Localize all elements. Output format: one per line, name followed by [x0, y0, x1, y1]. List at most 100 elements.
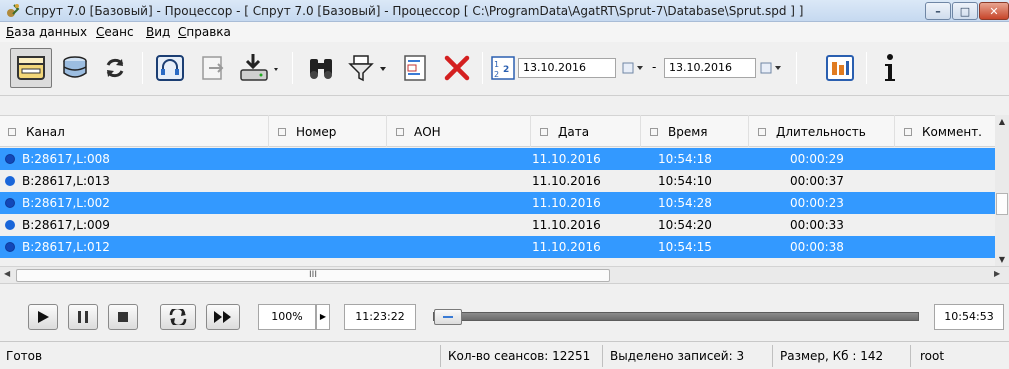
cell-duration: 00:00:29	[790, 152, 844, 166]
menu-session[interactable]: Сеанс	[96, 25, 134, 39]
column-header-date[interactable]: Дата	[540, 125, 589, 139]
cell-channel: B:28617,L:012	[22, 240, 110, 254]
status-divider	[772, 345, 773, 367]
date-from-field[interactable]: 13.10.2016	[518, 58, 616, 78]
loop-icon	[169, 309, 187, 325]
column-checkbox[interactable]	[904, 128, 912, 136]
date-to-field[interactable]: 13.10.2016	[664, 58, 756, 78]
cell-channel: B:28617,L:013	[22, 174, 110, 188]
report-button[interactable]	[820, 48, 860, 88]
column-header-number[interactable]: Номер	[278, 125, 336, 139]
menu-view[interactable]: Вид	[146, 25, 170, 39]
column-divider[interactable]	[894, 115, 895, 147]
info-button[interactable]	[876, 48, 904, 88]
column-label: Номер	[296, 125, 337, 139]
stop-button[interactable]	[108, 304, 138, 330]
cell-time: 10:54:20	[658, 218, 712, 232]
download-button[interactable]	[236, 48, 284, 88]
refresh-button[interactable]	[98, 48, 132, 88]
channel-status-icon	[5, 198, 15, 208]
horizontal-scroll-thumb[interactable]: III	[16, 269, 610, 282]
column-divider[interactable]	[748, 115, 749, 147]
vertical-scrollbar[interactable]: ▲ ▼	[995, 115, 1009, 266]
table-row[interactable]: B:28617,L:002 11.10.2016 10:54:28 00:00:23	[0, 192, 995, 214]
open-database-button[interactable]	[10, 48, 52, 88]
column-label: Длительность	[776, 125, 866, 139]
sort-icon: 1 2 2	[491, 56, 515, 80]
column-divider[interactable]	[386, 115, 387, 147]
column-header-channel[interactable]: Канал	[8, 125, 65, 139]
table-row[interactable]: B:28617,L:008 11.10.2016 10:54:18 00:00:29	[0, 148, 995, 170]
table-row[interactable]: B:28617,L:013 11.10.2016 10:54:10 00:00:37	[0, 170, 995, 192]
play-button[interactable]	[28, 304, 58, 330]
speed-arrow-icon: ▶	[319, 312, 327, 321]
column-divider[interactable]	[530, 115, 531, 147]
loop-button[interactable]	[160, 304, 196, 330]
column-header-comment[interactable]: Коммент.	[904, 125, 982, 139]
cell-date: 11.10.2016	[532, 152, 601, 166]
calendar-to-button[interactable]	[760, 60, 784, 76]
player-bar: 100% ▶ 11:23:22 10:54:53	[0, 283, 1009, 339]
filter-button[interactable]	[344, 48, 392, 88]
column-divider[interactable]	[640, 115, 641, 147]
close-button[interactable]: ✕	[979, 2, 1009, 20]
column-header-aon[interactable]: АОН	[396, 125, 441, 139]
cell-time: 10:54:15	[658, 240, 712, 254]
svg-text:2: 2	[494, 70, 499, 79]
database-stack-button[interactable]	[56, 48, 94, 88]
date-range-dash: -	[652, 60, 657, 74]
column-checkbox[interactable]	[758, 128, 766, 136]
column-checkbox[interactable]	[650, 128, 658, 136]
minimize-icon: –	[935, 5, 941, 18]
column-checkbox[interactable]	[396, 128, 404, 136]
sort-button[interactable]: 1 2 2	[488, 48, 518, 88]
app-icon	[7, 4, 20, 17]
minimize-button[interactable]: –	[925, 2, 951, 20]
toolbar-separator	[292, 52, 293, 84]
column-label: Время	[668, 125, 708, 139]
binoculars-icon	[310, 59, 332, 79]
delete-button[interactable]	[438, 48, 476, 88]
column-header-time[interactable]: Время	[650, 125, 708, 139]
speed-spin-button[interactable]: ▶	[316, 304, 330, 330]
channel-status-icon	[5, 220, 15, 230]
column-divider[interactable]	[268, 115, 269, 147]
playback-slider-thumb[interactable]	[434, 309, 462, 325]
scroll-right-arrow-icon[interactable]: ▶	[994, 269, 1000, 278]
search-button[interactable]	[302, 48, 340, 88]
menu-view-label: ид	[154, 25, 171, 39]
column-checkbox[interactable]	[278, 128, 286, 136]
playback-slider[interactable]	[433, 309, 919, 325]
status-divider	[910, 345, 911, 367]
fast-forward-button[interactable]	[206, 304, 240, 330]
menu-help[interactable]: Справка	[178, 25, 231, 39]
table-row[interactable]: B:28617,L:012 11.10.2016 10:54:15 00:00:38	[0, 236, 995, 258]
vertical-scroll-thumb[interactable]	[996, 193, 1008, 215]
pause-button[interactable]	[68, 304, 98, 330]
scroll-up-arrow-icon[interactable]: ▲	[995, 117, 1009, 126]
scroll-left-arrow-icon[interactable]: ◀	[4, 269, 10, 278]
cell-channel: B:28617,L:008	[22, 152, 110, 166]
menu-database-accel: Б	[6, 25, 15, 39]
column-checkbox[interactable]	[8, 128, 16, 136]
horizontal-scrollbar[interactable]: ◀ III ▶	[0, 266, 1009, 283]
cell-date: 11.10.2016	[532, 218, 601, 232]
scroll-down-arrow-icon[interactable]: ▼	[995, 255, 1009, 264]
cell-date: 11.10.2016	[532, 240, 601, 254]
menu-database[interactable]: База данных	[6, 25, 87, 39]
export-button[interactable]	[194, 48, 232, 88]
menu-session-label: еанс	[104, 25, 134, 39]
table-row[interactable]: B:28617,L:009 11.10.2016 10:54:20 00:00:33	[0, 214, 995, 236]
text-search-button[interactable]	[396, 48, 434, 88]
column-checkbox[interactable]	[540, 128, 548, 136]
column-label: Канал	[26, 125, 65, 139]
toolbar-separator	[142, 52, 143, 84]
menu-database-label: аза данных	[14, 25, 88, 39]
column-label: Коммент.	[922, 125, 982, 139]
listen-button[interactable]	[150, 48, 190, 88]
text-search-icon	[404, 55, 426, 81]
calendar-from-button[interactable]	[622, 60, 646, 76]
window-title: Спрут 7.0 [Базовый] - Процессор - [ Спру…	[25, 4, 804, 18]
maximize-button[interactable]: □	[952, 2, 978, 20]
column-header-duration[interactable]: Длительность	[758, 125, 866, 139]
